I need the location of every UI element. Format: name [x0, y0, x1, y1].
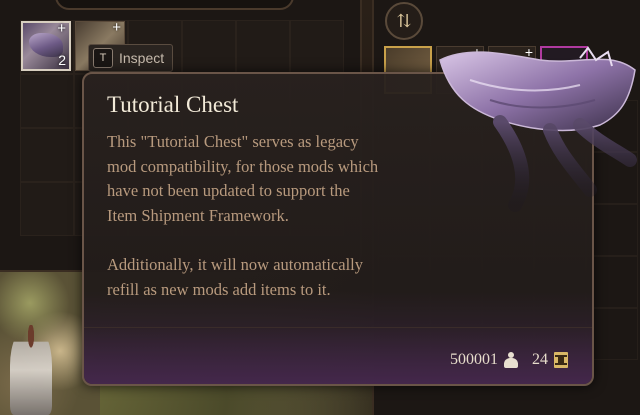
tooltip-description-line: This "Tutorial Chest" serves as legacy — [107, 132, 359, 151]
tooltip-description-line: refill as new mods add items to it. — [107, 279, 331, 299]
item-weight-value: 500001 — [450, 351, 498, 368]
gold-icon — [554, 352, 568, 368]
item-artwork — [439, 46, 637, 212]
tooltip-description: This "Tutorial Chest" serves as legacy mo… — [107, 130, 437, 302]
inventory-slot-empty[interactable] — [182, 20, 236, 74]
tooltip-description-line — [107, 228, 437, 253]
keybind-badge: T — [93, 48, 113, 68]
inspect-label: Inspect — [119, 50, 165, 66]
inventory-slot-empty[interactable] — [236, 20, 290, 74]
sort-icon: ⇅ — [396, 10, 412, 31]
tooltip-description-line: Additionally, it will now automatically — [107, 254, 364, 274]
inventory-slot-selected-item[interactable]: + 2 — [21, 20, 71, 71]
weight-icon — [504, 352, 518, 368]
tooltip-description-line: have not been updated to support the — [107, 181, 350, 201]
tooltip-description-line: Item Shipment Framework. — [107, 205, 289, 225]
item-gold-value: 24 — [532, 351, 548, 368]
inventory-slot-empty[interactable] — [20, 182, 74, 236]
inventory-slot-empty[interactable] — [20, 74, 74, 128]
tooltip-footer: 500001 24 — [450, 351, 568, 369]
tooltip-description-line: mod compatibility, for those mods which — [107, 156, 379, 176]
plus-icon: + — [57, 20, 66, 37]
plus-icon: + — [112, 19, 121, 36]
item-stack-count: 2 — [58, 52, 66, 68]
tooltip-title: Tutorial Chest — [107, 92, 239, 117]
sort-button[interactable]: ⇅ — [385, 2, 423, 40]
inspect-hint[interactable]: T Inspect — [88, 44, 174, 72]
character-figure — [10, 325, 52, 415]
inventory-slot-empty[interactable] — [290, 20, 344, 74]
inventory-slot-empty[interactable] — [20, 128, 74, 182]
panel-top-bar — [55, 0, 294, 10]
